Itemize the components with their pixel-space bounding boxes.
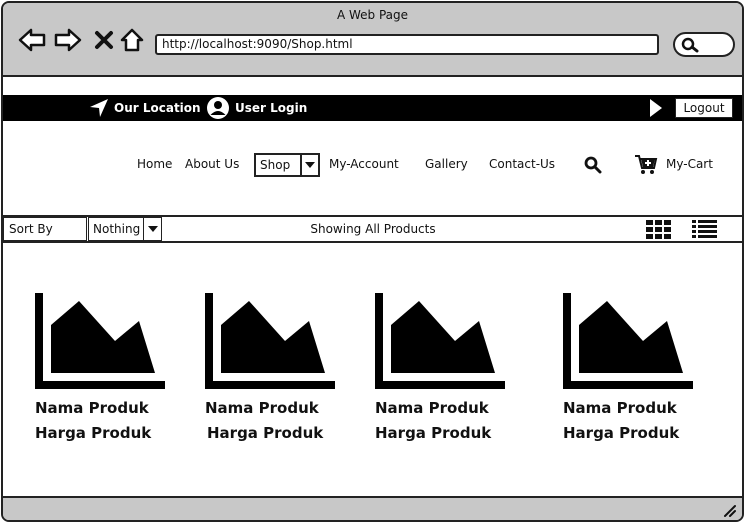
showing-products-text: Showing All Products xyxy=(310,222,436,236)
browser-chrome: A Web Page http://localhost:9090/Shop.ht… xyxy=(3,3,742,77)
product-card[interactable]: Nama Produk Harga Produk xyxy=(563,293,703,442)
grid-view-icon xyxy=(646,220,671,239)
search-icon xyxy=(681,37,699,53)
back-button[interactable] xyxy=(17,25,47,55)
nav-about-us[interactable]: About Us xyxy=(185,157,239,171)
resize-grip-icon[interactable] xyxy=(722,503,736,517)
home-icon xyxy=(120,28,144,52)
play-arrow-icon xyxy=(650,99,662,117)
address-bar[interactable]: http://localhost:9090/Shop.html xyxy=(155,34,659,55)
product-name: Nama Produk xyxy=(35,399,149,417)
nav-home[interactable]: Home xyxy=(137,157,172,171)
product-card[interactable]: Nama Produk Harga Produk xyxy=(35,293,175,442)
nav-shop-dropdown[interactable]: Shop xyxy=(254,153,320,177)
close-icon xyxy=(95,31,113,49)
nav-contact-us[interactable]: Contact-Us xyxy=(489,157,555,171)
image-placeholder-icon xyxy=(205,293,335,389)
image-placeholder-icon xyxy=(563,293,693,389)
shop-dropdown-value: Shop xyxy=(260,158,291,172)
top-info-bar: Our Location User Login Logout xyxy=(3,95,742,121)
forward-arrow-icon xyxy=(54,28,82,52)
product-name: Nama Produk xyxy=(375,399,489,417)
main-navigation: Home About Us Shop My-Account Gallery Co… xyxy=(3,121,742,217)
my-cart-label: My-Cart xyxy=(666,157,713,171)
our-location-link[interactable]: Our Location xyxy=(89,95,201,121)
sort-by-dropdown[interactable]: Nothing xyxy=(88,217,162,241)
list-view-icon xyxy=(692,220,717,238)
product-price: Harga Produk xyxy=(35,424,152,442)
logout-button[interactable]: Logout xyxy=(675,98,733,118)
sort-bar: Sort By Nothing Showing All Products xyxy=(3,217,742,243)
user-login-link[interactable]: User Login xyxy=(206,95,307,121)
home-button[interactable] xyxy=(117,25,147,55)
product-name: Nama Produk xyxy=(205,399,319,417)
browser-window: A Web Page http://localhost:9090/Shop.ht… xyxy=(1,1,744,522)
play-arrow-button[interactable] xyxy=(649,95,663,121)
product-price: Harga Produk xyxy=(563,424,680,442)
cart-icon xyxy=(635,155,658,174)
location-arrow-icon xyxy=(90,99,108,117)
product-card[interactable]: Nama Produk Harga Produk xyxy=(205,293,345,442)
sort-by-value: Nothing xyxy=(93,222,141,236)
nav-my-account[interactable]: My-Account xyxy=(329,157,399,171)
chrome-spacer xyxy=(3,77,742,95)
grid-view-button[interactable] xyxy=(646,220,671,242)
image-placeholder-icon xyxy=(375,293,505,389)
product-price: Harga Produk xyxy=(375,424,492,442)
search-icon xyxy=(584,156,602,174)
chevron-down-icon xyxy=(143,218,161,240)
image-placeholder-icon xyxy=(35,293,165,389)
product-name: Nama Produk xyxy=(563,399,677,417)
window-title: A Web Page xyxy=(336,8,409,22)
user-login-label: User Login xyxy=(235,101,308,115)
our-location-label: Our Location xyxy=(114,101,201,115)
browser-search-field[interactable] xyxy=(673,32,735,57)
product-price: Harga Produk xyxy=(207,424,324,442)
browser-status-bar xyxy=(3,496,742,520)
product-card[interactable]: Nama Produk Harga Produk xyxy=(375,293,515,442)
nav-my-cart[interactable]: My-Cart xyxy=(634,153,713,175)
site-search-button[interactable] xyxy=(584,156,602,178)
sort-by-label: Sort By xyxy=(3,217,87,241)
back-arrow-icon xyxy=(18,28,46,52)
chevron-down-icon xyxy=(300,155,318,175)
list-view-button[interactable] xyxy=(692,220,717,242)
forward-button[interactable] xyxy=(53,25,83,55)
nav-gallery[interactable]: Gallery xyxy=(425,157,468,171)
stop-button[interactable] xyxy=(89,25,119,55)
user-avatar-icon xyxy=(207,97,229,119)
